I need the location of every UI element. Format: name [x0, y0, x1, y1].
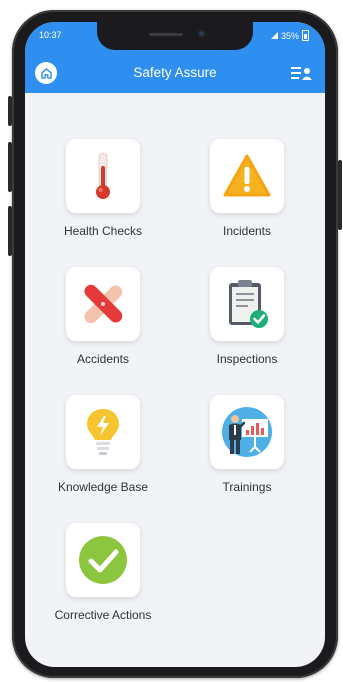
trainings-card[interactable] [210, 395, 284, 469]
tile-health-checks[interactable]: Health Checks [33, 139, 173, 249]
tile-label: Trainings [222, 480, 272, 494]
user-menu-button[interactable] [291, 65, 313, 81]
lightbulb-icon [87, 409, 119, 455]
clipboard-check-icon [229, 280, 268, 328]
accidents-card[interactable] [66, 267, 140, 341]
speaker-grille [149, 33, 183, 36]
tile-label: Health Checks [63, 224, 143, 238]
battery-icon [302, 30, 309, 41]
tile-label: Inspections [216, 352, 278, 366]
health-checks-card[interactable] [66, 139, 140, 213]
camera-icon [197, 29, 206, 38]
presentation-icon [222, 407, 272, 457]
thermometer-icon [96, 152, 110, 199]
tile-label: Accidents [76, 352, 130, 366]
knowledge-base-card[interactable] [66, 395, 140, 469]
mute-switch [8, 96, 12, 126]
status-time: 10:37 [39, 30, 62, 40]
tile-trainings[interactable]: Trainings [177, 395, 317, 505]
app-header: 10:37 35% Safety Assure [25, 22, 325, 93]
tile-label: Knowledge Base [57, 480, 149, 494]
corrective-actions-card[interactable] [66, 523, 140, 597]
power-button [338, 160, 342, 230]
bandage-cross-icon [84, 284, 123, 324]
signal-icon [270, 32, 278, 39]
volume-down-button [8, 206, 12, 256]
tile-knowledge-base[interactable]: Knowledge Base [33, 395, 173, 505]
warning-icon [223, 154, 271, 197]
tile-accidents[interactable]: Accidents [33, 267, 173, 377]
battery-percent: 35% [280, 30, 299, 41]
tile-incidents[interactable]: Incidents [177, 139, 317, 249]
page-title: Safety Assure [133, 65, 217, 80]
incidents-card[interactable] [210, 139, 284, 213]
status-right: 35% [270, 30, 309, 41]
user-list-icon [291, 67, 312, 80]
checkmark-circle-icon [79, 536, 127, 584]
tile-inspections[interactable]: Inspections [177, 267, 317, 377]
inspections-card[interactable] [210, 267, 284, 341]
tile-corrective-actions[interactable]: Corrective Actions [33, 523, 173, 633]
app-screen: 10:37 35% Safety Assure Health Checks In… [25, 22, 325, 667]
phone-notch [97, 22, 253, 50]
tile-label: Corrective Actions [54, 608, 152, 622]
volume-up-button [8, 142, 12, 192]
tile-label: Incidents [222, 224, 272, 238]
